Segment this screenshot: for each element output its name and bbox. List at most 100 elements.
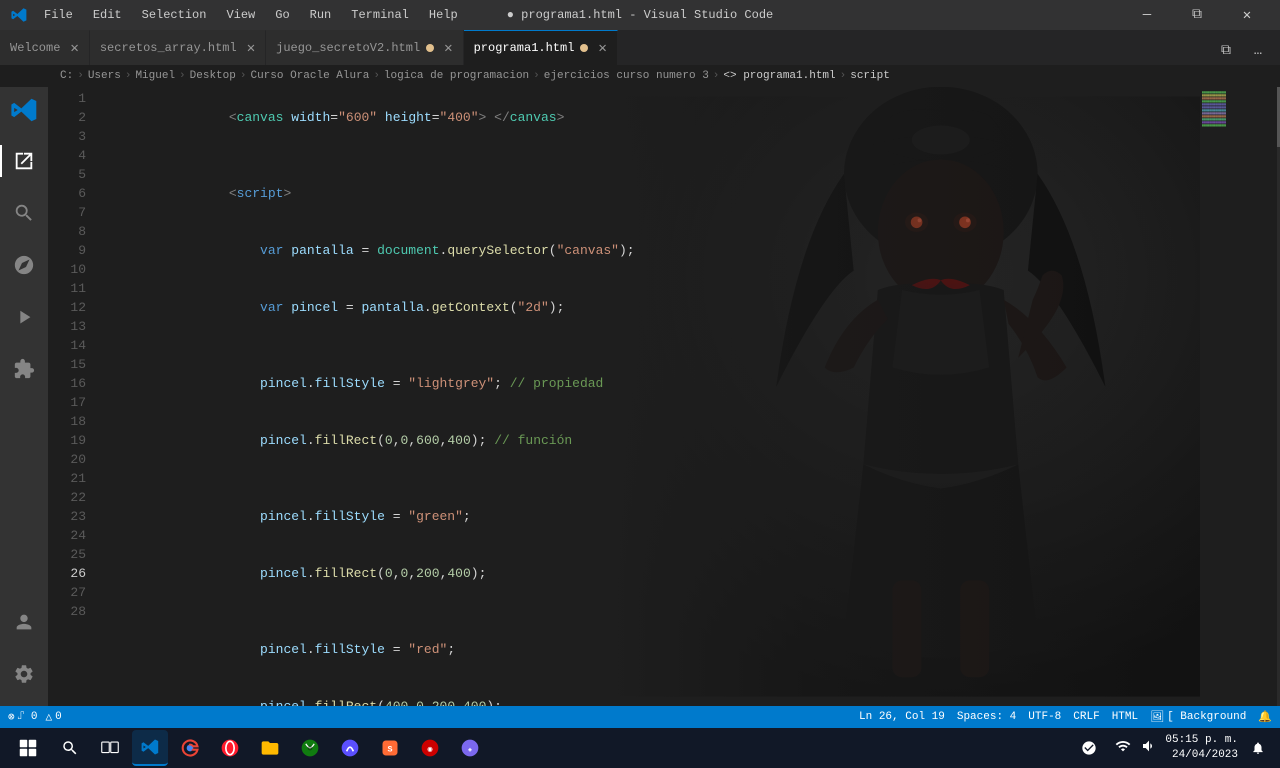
start-button[interactable]: [8, 728, 48, 768]
taskbar-date: 24/04/2023: [1165, 748, 1238, 763]
main-layout: 1 2 3 4 5 6 7 8 9 10 11 12 13 14 15 16 1: [0, 87, 1280, 706]
taskbar-vscode[interactable]: [132, 730, 168, 766]
debug-icon[interactable]: [0, 293, 48, 341]
split-editor-button[interactable]: ⧉: [1212, 37, 1240, 65]
title-bar: File Edit Selection View Go Run Terminal…: [0, 0, 1280, 30]
taskbar-search[interactable]: [52, 730, 88, 766]
code-line-9: [104, 469, 635, 488]
breadcrumb-symbol[interactable]: script: [850, 70, 890, 82]
title-bar-menu: File Edit Selection View Go Run Terminal…: [36, 6, 466, 24]
taskbar-opera[interactable]: [212, 730, 248, 766]
activity-bar: [0, 87, 48, 706]
breadcrumb-ejercicios[interactable]: ejercicios curso numero 3: [544, 70, 709, 82]
taskbar-taskview[interactable]: [92, 730, 128, 766]
menu-go[interactable]: Go: [267, 6, 297, 24]
taskbar-xbox[interactable]: [292, 730, 328, 766]
tab-juego[interactable]: juego_secretoV2.html ✕: [266, 30, 463, 65]
breadcrumb-file[interactable]: <> programa1.html: [723, 70, 835, 82]
indentation-label: Spaces: 4: [957, 711, 1016, 723]
source-control-icon[interactable]: [0, 241, 48, 289]
tab-secretos-label: secretos_array.html: [100, 41, 237, 55]
svg-text:◉: ◉: [427, 744, 432, 754]
encoding-label: UTF-8: [1028, 711, 1061, 723]
taskbar-tray-icons[interactable]: [1071, 730, 1107, 766]
code-container[interactable]: 1 2 3 4 5 6 7 8 9 10 11 12 13 14 15 16 1: [48, 87, 1280, 706]
menu-edit[interactable]: Edit: [85, 6, 130, 24]
taskbar-app3[interactable]: ◈: [452, 730, 488, 766]
editor-area: 1 2 3 4 5 6 7 8 9 10 11 12 13 14 15 16 1: [48, 87, 1280, 706]
code-line-7: pincel.fillStyle = "lightgrey"; // propi…: [104, 355, 635, 412]
code-line-13: pincel.fillStyle = "red";: [104, 621, 635, 678]
tabs-bar: Welcome ✕ secretos_array.html ✕ juego_se…: [0, 30, 1280, 65]
background-status[interactable]: 🖼 [ Background: [1150, 710, 1246, 724]
status-bar: ⊗ ⑀ 0 △ 0 Ln 26, Col 19 Spaces: 4 UTF-8 …: [0, 706, 1280, 728]
menu-file[interactable]: File: [36, 6, 81, 24]
minimap: ████████████████████ ███████████████████…: [1200, 87, 1280, 706]
warnings-status[interactable]: △ 0: [45, 710, 61, 724]
tab-juego-close[interactable]: ✕: [444, 40, 452, 57]
more-actions-button[interactable]: …: [1244, 37, 1272, 65]
window-controls: — ⧉ ✕: [1124, 0, 1270, 30]
errors-status[interactable]: ⊗ ⑀ 0: [8, 710, 37, 724]
status-bar-right: Ln 26, Col 19 Spaces: 4 UTF-8 CRLF HTML …: [859, 710, 1272, 724]
taskbar-time[interactable]: 05:15 p. m. 24/04/2023: [1165, 733, 1238, 764]
breadcrumb-curso[interactable]: Curso Oracle Alura: [250, 70, 369, 82]
code-line-6: [104, 336, 635, 355]
code-line-5: var pincel = pantalla.getContext("2d");: [104, 279, 635, 336]
tab-welcome-close[interactable]: ✕: [70, 40, 78, 57]
code-line-1: <canvas width="600" height="400"> </canv…: [104, 89, 635, 146]
menu-run[interactable]: Run: [302, 6, 340, 24]
language-mode-status[interactable]: HTML: [1112, 711, 1138, 723]
encoding-status[interactable]: UTF-8: [1028, 711, 1061, 723]
code-line-14: pincel.fillRect(400,0,200,400);: [104, 678, 635, 706]
line-ending-status[interactable]: CRLF: [1073, 711, 1099, 723]
menu-view[interactable]: View: [218, 6, 263, 24]
bell-icon: 🔔: [1258, 710, 1272, 724]
tab-programa1[interactable]: programa1.html ✕: [464, 30, 618, 65]
tab-welcome[interactable]: Welcome ✕: [0, 30, 90, 65]
search-icon[interactable]: [0, 189, 48, 237]
extensions-icon[interactable]: [0, 345, 48, 393]
indentation-status[interactable]: Spaces: 4: [957, 711, 1016, 723]
taskbar-files[interactable]: [252, 730, 288, 766]
taskbar-network-icon[interactable]: [1115, 738, 1131, 758]
line-numbers: 1 2 3 4 5 6 7 8 9 10 11 12 13 14 15 16 1: [48, 87, 98, 621]
taskbar-arc[interactable]: [332, 730, 368, 766]
taskbar-notifications[interactable]: [1244, 730, 1272, 766]
menu-terminal[interactable]: Terminal: [343, 6, 417, 24]
menu-selection[interactable]: Selection: [134, 6, 215, 24]
cursor-position-status[interactable]: Ln 26, Col 19: [859, 711, 945, 723]
window-title: ● programa1.html - Visual Studio Code: [507, 8, 773, 22]
menu-help[interactable]: Help: [421, 6, 466, 24]
code-line-11: pincel.fillRect(0,0,200,400);: [104, 545, 635, 602]
status-bar-left: ⊗ ⑀ 0 △ 0: [8, 710, 62, 724]
breadcrumb-logica[interactable]: logica de programacion: [384, 70, 529, 82]
line-ending-label: CRLF: [1073, 711, 1099, 723]
taskbar-volume-icon[interactable]: [1141, 738, 1157, 758]
tab-programa1-close[interactable]: ✕: [598, 40, 606, 57]
taskbar-chrome[interactable]: [172, 730, 208, 766]
taskbar-system-tray: 05:15 p. m. 24/04/2023: [1071, 730, 1272, 766]
breadcrumb-c[interactable]: C:: [60, 70, 73, 82]
accounts-icon[interactable]: [0, 598, 48, 646]
breadcrumb-users[interactable]: Users: [88, 70, 121, 82]
explorer-icon[interactable]: [0, 137, 48, 185]
minimize-button[interactable]: —: [1124, 0, 1170, 30]
taskbar-app2[interactable]: ◉: [412, 730, 448, 766]
tabs-right-actions: ⧉ …: [1212, 37, 1280, 65]
taskbar-app1[interactable]: S: [372, 730, 408, 766]
breadcrumb-desktop[interactable]: Desktop: [190, 70, 236, 82]
errors-count: ⑀ 0: [18, 711, 38, 723]
breadcrumb-miguel[interactable]: Miguel: [135, 70, 175, 82]
close-button[interactable]: ✕: [1224, 0, 1270, 30]
tab-secretos[interactable]: secretos_array.html ✕: [90, 30, 266, 65]
code-line-8: pincel.fillRect(0,0,600,400); // función: [104, 412, 635, 469]
tab-secretos-close[interactable]: ✕: [247, 40, 255, 57]
code-line-10: pincel.fillStyle = "green";: [104, 488, 635, 545]
cursor-position-label: Ln 26, Col 19: [859, 711, 945, 723]
settings-icon[interactable]: [0, 650, 48, 698]
tab-juego-label: juego_secretoV2.html: [276, 41, 420, 55]
code-line-12: [104, 602, 635, 621]
maximize-button[interactable]: ⧉: [1174, 0, 1220, 30]
notifications-status[interactable]: 🔔: [1258, 710, 1272, 724]
